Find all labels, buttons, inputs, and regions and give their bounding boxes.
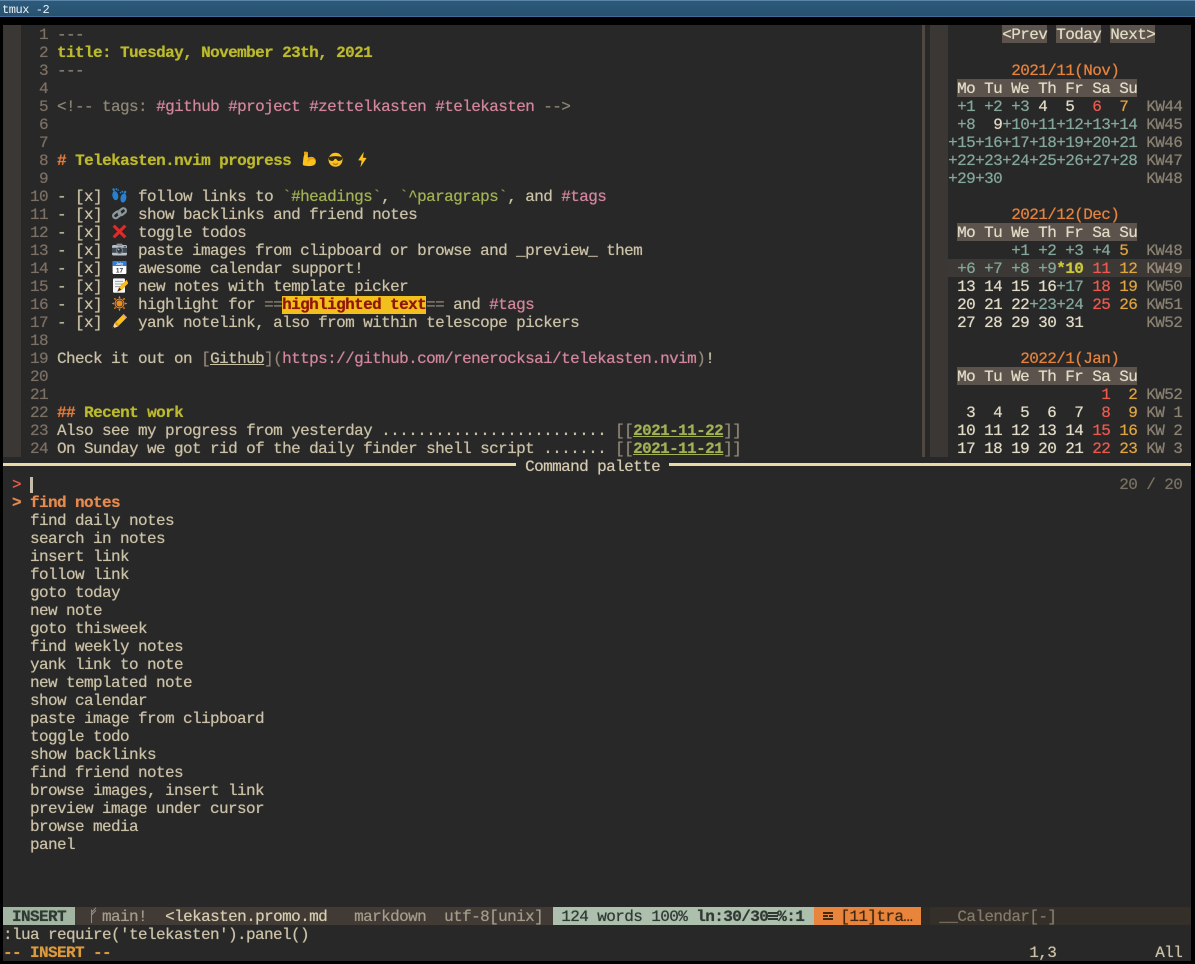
svg-text:July: July xyxy=(116,262,123,266)
svg-text:17: 17 xyxy=(116,267,124,274)
